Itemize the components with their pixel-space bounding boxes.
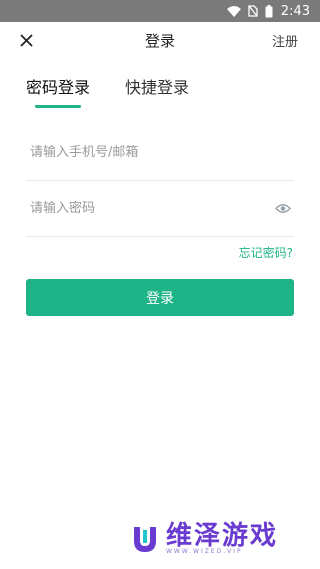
status-time: 2:43 — [280, 3, 310, 19]
wifi-icon — [226, 5, 241, 17]
watermark-title: 维泽游戏 — [166, 521, 279, 551]
watermark: 维泽游戏 WWW.WIZED.VIP — [130, 522, 278, 555]
login-button[interactable]: 登录 — [26, 279, 294, 316]
register-button[interactable]: 注册 — [272, 31, 298, 50]
top-bar: 登录 注册 — [0, 22, 320, 58]
watermark-logo-icon — [134, 526, 156, 552]
password-field-row — [26, 180, 294, 237]
battery-icon — [265, 4, 273, 18]
login-tabs: 密码登录 快捷登录 — [26, 74, 224, 108]
forgot-password-link[interactable]: 忘记密码? — [239, 244, 293, 261]
eye-icon[interactable] — [274, 200, 292, 216]
tab-quick-login[interactable]: 快捷登录 — [125, 74, 189, 108]
tab-label: 密码登录 — [26, 78, 91, 97]
tab-password-login[interactable]: 密码登录 — [26, 74, 90, 108]
no-sim-icon — [248, 5, 258, 17]
tab-label: 快捷登录 — [125, 78, 190, 97]
status-bar: 2:43 — [0, 0, 320, 22]
account-input[interactable] — [26, 144, 260, 160]
active-tab-indicator — [35, 105, 82, 108]
account-field-row — [26, 124, 294, 181]
password-input[interactable] — [26, 200, 260, 216]
watermark-subtitle: WWW.WIZED.VIP — [166, 548, 243, 555]
